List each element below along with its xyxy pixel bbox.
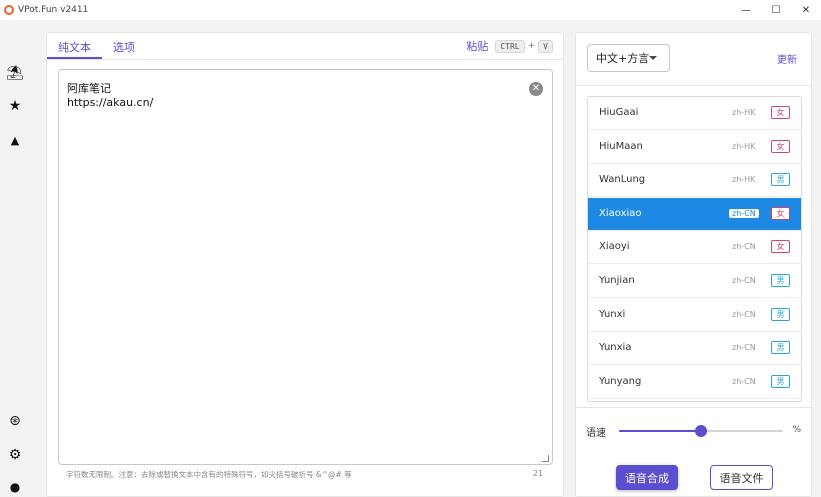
shortcut-ctrl-key: CTRL: [495, 39, 525, 53]
voice-locale: zh-CN: [732, 343, 756, 352]
maximize-button[interactable]: ☐: [761, 0, 791, 20]
voice-name: Yunjian: [599, 275, 635, 286]
window-title: VPot.Fun v2411: [18, 5, 89, 15]
text-line-2: https://akau.cn/: [67, 96, 154, 109]
speed-slider-thumb[interactable]: [695, 425, 707, 437]
voice-list-item[interactable]: WanLung zh-HK 男: [588, 164, 801, 197]
clear-text-icon[interactable]: ✕: [529, 82, 543, 96]
gender-badge: 女: [771, 240, 790, 253]
gender-badge: 男: [771, 375, 790, 388]
close-button[interactable]: ✕: [791, 0, 821, 20]
audio-file-button[interactable]: 语音文件: [710, 465, 773, 490]
gender-badge: 男: [771, 173, 790, 186]
gender-badge: 女: [771, 207, 790, 220]
input-hint: 字符数无限制。注意：去除或替换文本中含有的特殊符号，如尖括号破折号 &^@# 等: [66, 470, 352, 479]
voice-panel: 中文+方言 更新 HiuGaai zh-HK 女 HiuMaan zh-HK 女 WanLu…: [575, 32, 812, 497]
gender-badge: 女: [771, 106, 790, 119]
broadcast-icon[interactable]: ⛱: [6, 65, 24, 81]
panel-divider: [576, 407, 811, 408]
text-panel: 纯文本 选项 粘贴 CTRL + V 阿库笔记 https://akau.cn/…: [46, 32, 564, 497]
voice-list: HiuGaai zh-HK 女 HiuMaan zh-HK 女 WanLung zh-HK 男 X…: [587, 96, 802, 402]
speed-label: 语速: [586, 428, 606, 439]
sidebar: ⛱ ★ ▲ ⊛ ⚙ ●: [0, 20, 30, 497]
text-input[interactable]: 阿库笔记 https://akau.cn/ ✕: [58, 69, 553, 465]
voice-locale: zh-HK: [732, 175, 756, 184]
panel-divider: [576, 85, 811, 86]
voice-list-item[interactable]: Xiaoxiao zh-CN 女: [588, 198, 801, 231]
voice-locale: zh-CN: [732, 310, 756, 319]
voice-list-item[interactable]: Yunjian zh-CN 男: [588, 265, 801, 298]
voice-name: Xiaoxiao: [599, 208, 642, 219]
android-icon[interactable]: ●: [7, 479, 23, 495]
synthesize-button[interactable]: 语音合成: [616, 465, 678, 490]
gender-badge: 男: [771, 274, 790, 287]
voice-locale: zh-CN: [732, 377, 756, 386]
voice-name: WanLung: [599, 174, 646, 185]
star-icon[interactable]: ★: [7, 98, 23, 114]
language-select-value: 中文+方言: [596, 52, 650, 65]
gender-badge: 男: [771, 308, 790, 321]
voice-name: Yunyang: [599, 376, 642, 387]
voice-list-item[interactable]: Yunxia zh-CN 男: [588, 332, 801, 365]
speed-slider[interactable]: [619, 425, 783, 437]
voice-name: HiuGaai: [599, 107, 639, 118]
voice-list-item[interactable]: HiuMaan zh-HK 女: [588, 131, 801, 164]
text-line-1: 阿库笔记: [67, 82, 111, 95]
voice-list-item[interactable]: Yunyang zh-CN 男: [588, 366, 801, 399]
paste-area: 粘贴 CTRL + V: [466, 38, 553, 54]
window-controls: — ☐ ✕: [731, 0, 821, 20]
voice-list-item[interactable]: Yunxi zh-CN 男: [588, 299, 801, 332]
voice-locale: zh-HK: [732, 108, 756, 117]
resize-handle-icon[interactable]: [542, 455, 549, 462]
gender-badge: 女: [771, 140, 790, 153]
text-input-content[interactable]: 阿库笔记 https://akau.cn/: [67, 82, 153, 110]
app-logo-icon: [4, 5, 14, 15]
aperture-icon[interactable]: ⊛: [7, 413, 23, 429]
voice-locale: zh-HK: [732, 142, 756, 151]
minimize-button[interactable]: —: [731, 0, 761, 20]
azure-icon[interactable]: ▲: [7, 132, 23, 148]
title-bar: VPot.Fun v2411 — ☐ ✕: [0, 0, 821, 20]
tab-bar: 纯文本 选项: [47, 33, 146, 59]
voice-list-item[interactable]: HiuGaai zh-HK 女: [588, 97, 801, 130]
tab-plain-text[interactable]: 纯文本: [47, 33, 102, 59]
tab-divider: [47, 59, 563, 60]
gender-badge: 男: [771, 341, 790, 354]
caret-down-icon: [649, 56, 657, 60]
language-select[interactable]: 中文+方言: [587, 44, 670, 72]
tab-options[interactable]: 选项: [102, 33, 146, 59]
voice-locale: zh-CN: [732, 242, 756, 251]
paste-button[interactable]: 粘贴: [466, 38, 488, 54]
voice-name: Yunxia: [599, 342, 632, 353]
char-count: 21: [532, 469, 543, 478]
shortcut-v-key: V: [538, 39, 553, 53]
voice-name: Xiaoyi: [599, 241, 630, 252]
voice-locale: zh-CN: [729, 209, 759, 218]
voice-name: Yunxi: [599, 309, 626, 320]
gear-icon[interactable]: ⚙: [7, 447, 23, 463]
refresh-button[interactable]: 更新: [777, 51, 797, 66]
speed-unit: %: [792, 425, 801, 435]
voice-list-item[interactable]: Xiaoyi zh-CN 女: [588, 231, 801, 264]
voice-name: HiuMaan: [599, 141, 643, 152]
voice-locale: zh-CN: [732, 276, 756, 285]
shortcut-plus: +: [527, 41, 536, 51]
speed-slider-fill: [619, 430, 701, 432]
